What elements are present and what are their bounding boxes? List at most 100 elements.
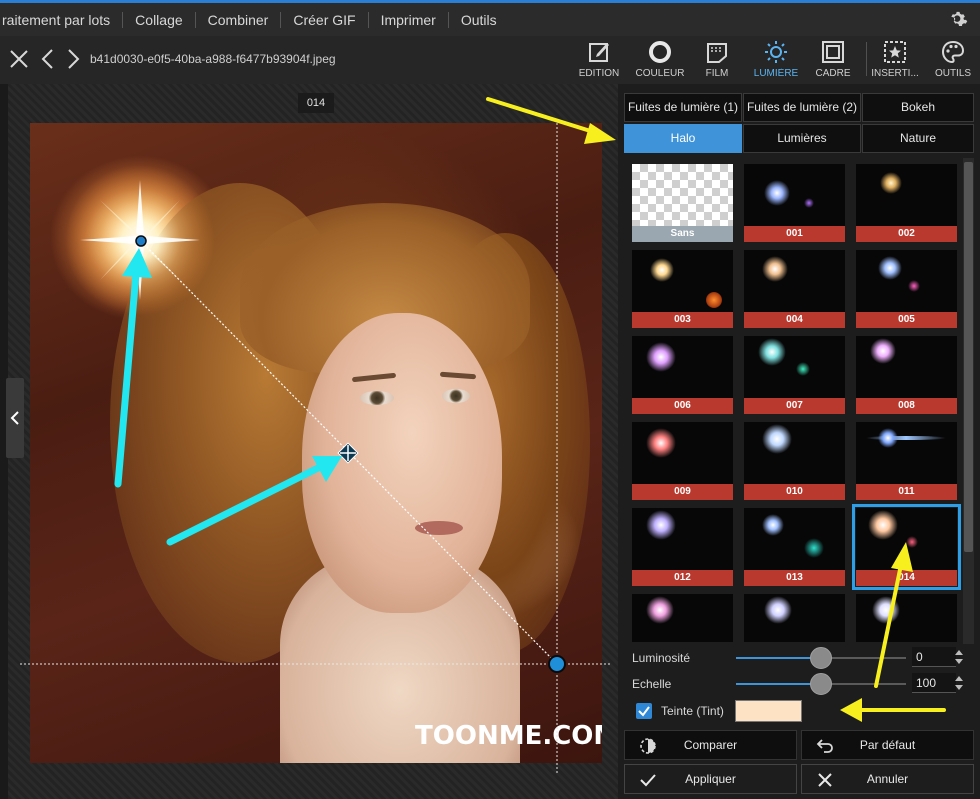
flare-glow — [646, 510, 676, 540]
tool-film[interactable]: FILM — [689, 36, 745, 84]
tool-frame-label: CADRE — [815, 68, 851, 79]
thumbnail-caption: 001 — [744, 226, 845, 242]
flare-glow — [796, 362, 810, 376]
thumbnail-scrollbar[interactable] — [963, 158, 974, 644]
tool-light-label: LUMIÈRE — [753, 68, 799, 79]
thumbnail-011[interactable]: 011 — [856, 422, 957, 500]
brightness-spinner-icon[interactable] — [954, 647, 964, 667]
thumbnail-006[interactable]: 006 — [632, 336, 733, 414]
tint-checkbox[interactable] — [636, 703, 652, 719]
thumbnail-caption: 004 — [744, 312, 845, 328]
gear-icon[interactable] — [948, 9, 970, 31]
compare-button[interactable]: Comparer — [624, 730, 797, 760]
flare-glow — [880, 172, 902, 194]
thumbnail-none[interactable]: Sans — [632, 164, 733, 242]
photo-preview[interactable]: TOONME.COM — [30, 123, 602, 763]
cancel-button[interactable]: Annuler — [801, 764, 974, 794]
thumbnail-007[interactable]: 007 — [744, 336, 845, 414]
tab-light-leaks-1[interactable]: Fuites de lumière (1) — [624, 93, 742, 122]
flare-glow — [758, 338, 786, 366]
tool-tools-label: OUTILS — [934, 68, 972, 79]
scale-spinner-icon[interactable] — [954, 673, 964, 693]
photo-eye — [360, 391, 394, 405]
frame-icon — [822, 41, 844, 63]
tab-halo[interactable]: Halo — [624, 124, 742, 153]
menu-tools[interactable]: Outils — [449, 12, 509, 28]
tool-frame[interactable]: CADRE — [805, 36, 861, 84]
thumbnail-014[interactable]: 014 — [852, 504, 961, 590]
thumbnail-010[interactable]: 010 — [744, 422, 845, 500]
thumbnail-009[interactable]: 009 — [632, 422, 733, 500]
thumbnail-003[interactable]: 003 — [632, 250, 733, 328]
scale-slider-knob[interactable] — [810, 673, 832, 695]
photo-lips — [415, 521, 463, 535]
thumbnail-013[interactable]: 013 — [744, 508, 845, 586]
insert-star-icon — [884, 41, 906, 63]
thumbnail-008[interactable]: 008 — [856, 336, 957, 414]
flare-glow — [908, 280, 920, 292]
tool-insert-label: INSERTI... — [871, 68, 919, 79]
thumbnail-caption: 007 — [744, 398, 845, 414]
tab-light-leaks-2[interactable]: Fuites de lumière (2) — [743, 93, 861, 122]
menu-batch-processing[interactable]: raitement par lots — [0, 11, 124, 28]
thumbnail-caption: 009 — [632, 484, 733, 500]
edit-icon — [589, 43, 609, 62]
tab-lights[interactable]: Lumières — [743, 124, 861, 153]
flare-glow — [764, 180, 790, 206]
tool-tools[interactable]: OUTILS — [925, 36, 980, 84]
menu-create-gif[interactable]: Créer GIF — [281, 11, 369, 28]
brightness-value-field[interactable]: 0 — [912, 647, 956, 667]
menu-combine[interactable]: Combiner — [196, 11, 282, 28]
thumbnail-015[interactable] — [632, 594, 733, 642]
chevron-right-icon[interactable] — [63, 48, 83, 70]
palette-icon — [941, 40, 965, 64]
tool-edition[interactable]: EDITION — [571, 36, 627, 84]
thumbnail-caption: 012 — [632, 570, 733, 586]
watermark-text: TOONME.COM — [415, 721, 602, 751]
scale-label: Echelle — [632, 677, 672, 691]
checkmark-icon — [638, 706, 650, 717]
scale-value-field[interactable]: 100 — [912, 673, 956, 693]
flare-glow — [878, 428, 898, 448]
thumbnail-016[interactable] — [744, 594, 845, 642]
scale-slider-fill — [736, 683, 821, 685]
thumbnail-012[interactable]: 012 — [632, 508, 733, 586]
thumbnail-005[interactable]: 005 — [856, 250, 957, 328]
photo-region-face — [302, 313, 502, 613]
thumbnail-caption: 006 — [632, 398, 733, 414]
flare-glow — [762, 256, 788, 282]
thumbnail-001[interactable]: 001 — [744, 164, 845, 242]
film-icon — [707, 43, 727, 63]
flare-glow — [646, 428, 676, 458]
brightness-slider-knob[interactable] — [810, 647, 832, 669]
tool-color[interactable]: COULEUR — [632, 36, 688, 84]
editor-toolbar: b41d0030-e0f5-40ba-a988-f6477b93904f.jpe… — [0, 36, 980, 84]
tool-light[interactable]: LUMIÈRE — [748, 36, 804, 84]
flare-glow — [646, 596, 674, 624]
thumbnail-002[interactable]: 002 — [856, 164, 957, 242]
flare-glow — [872, 596, 900, 624]
tool-insert[interactable]: INSERTI... — [867, 36, 923, 84]
chevron-left-icon[interactable] — [38, 48, 58, 70]
menu-bar: raitement par lots Collage Combiner Crée… — [0, 0, 980, 36]
tab-nature[interactable]: Nature — [862, 124, 974, 153]
thumbnail-017[interactable] — [856, 594, 957, 642]
effect-name-label: 014 — [298, 93, 334, 113]
thumbnail-004[interactable]: 004 — [744, 250, 845, 328]
thumbnail-caption: 008 — [856, 398, 957, 414]
tool-color-label: COULEUR — [635, 68, 685, 79]
flare-glow — [804, 198, 814, 208]
brightness-slider-fill — [736, 657, 821, 659]
menu-collage[interactable]: Collage — [123, 11, 196, 28]
tint-color-swatch[interactable] — [735, 700, 802, 722]
effect-thumbnail-grid: Sans 001 002 003 004 005 006 007 008 009 — [630, 162, 962, 642]
apply-button[interactable]: Appliquer — [624, 764, 797, 794]
default-button[interactable]: Par défaut — [801, 730, 974, 760]
menu-print[interactable]: Imprimer — [369, 11, 449, 28]
color-circle-icon — [649, 41, 671, 63]
thumbnail-caption: 011 — [856, 484, 957, 500]
tab-bokeh[interactable]: Bokeh — [862, 93, 974, 122]
scrollbar-thumb[interactable] — [964, 162, 973, 552]
collapse-panel-button[interactable] — [6, 378, 24, 458]
close-icon[interactable] — [9, 48, 29, 70]
